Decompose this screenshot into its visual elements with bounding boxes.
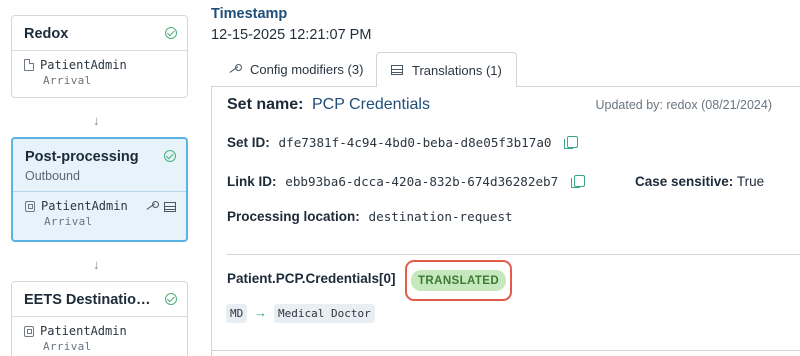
source-value: MD: [226, 304, 248, 323]
arrow-down-icon: ↓: [93, 257, 100, 272]
translation-path: Patient.PCP.Credentials[0]: [227, 271, 396, 286]
step-title: Redox: [24, 26, 69, 42]
arrow-down-icon: ↓: [93, 113, 100, 128]
processing-location-value: destination-request: [368, 209, 513, 224]
link-id-row: Link ID: ebb93ba6-dcca-420a-832b-674d362…: [227, 174, 585, 189]
check-circle-icon: [165, 293, 177, 305]
step-entity: PatientAdmin: [41, 199, 128, 213]
processor-icon: [25, 200, 35, 212]
tab-config-modifiers[interactable]: Config modifiers (3): [214, 52, 377, 86]
processing-location-label: Processing location:: [227, 209, 360, 224]
timestamp-value: 12-15-2025 12:21:07 PM: [211, 27, 372, 43]
step-event: Arrival: [43, 340, 92, 353]
check-circle-icon: [164, 150, 176, 162]
arrow-right-icon: →: [254, 305, 267, 320]
set-id-row: Set ID: dfe7381f-4c94-4bd0-beba-d8e05f3b…: [227, 135, 579, 150]
table-icon: [391, 65, 403, 75]
link-id-value: ebb93ba6-dcca-420a-832b-674d36282eb7: [285, 174, 559, 189]
copy-icon[interactable]: [571, 175, 585, 188]
step-event: Arrival: [44, 215, 93, 228]
check-circle-icon: [165, 27, 177, 39]
timestamp-label: Timestamp: [211, 6, 288, 22]
case-sensitive-label: Case sensitive:: [635, 174, 734, 189]
status-badge: TRANSLATED: [411, 270, 507, 291]
tab-translations[interactable]: Translations (1): [376, 52, 517, 87]
processing-location-row: Processing location: destination-request: [227, 209, 513, 224]
divider: [227, 254, 800, 255]
step-entity: PatientAdmin: [40, 58, 127, 72]
step-event: Arrival: [43, 74, 92, 87]
case-sensitive-value: True: [736, 174, 765, 189]
wrench-icon: [145, 201, 159, 212]
target-value: Medical Doctor: [274, 304, 375, 323]
copy-icon[interactable]: [564, 136, 579, 149]
tab-label: Translations (1): [412, 62, 502, 78]
pipeline-step-eets-destination[interactable]: EETS Destination ... PatientAdmin Arriva…: [11, 281, 188, 356]
step-subtitle: Outbound: [25, 169, 80, 183]
document-icon: [24, 59, 34, 71]
table-icon: [164, 201, 176, 212]
panel-border: [211, 350, 800, 351]
pipeline-step-post-processing[interactable]: Post-processing Outbound PatientAdmin Ar…: [11, 137, 188, 242]
link-id-label: Link ID:: [227, 174, 277, 189]
set-id-label: Set ID:: [227, 135, 270, 150]
panel-border: [211, 86, 212, 356]
step-entity: PatientAdmin: [40, 324, 127, 338]
set-name-label: Set name:: [227, 96, 304, 113]
pipeline-step-redox[interactable]: Redox PatientAdmin Arrival: [11, 15, 188, 98]
processor-icon: [24, 325, 34, 337]
set-name-value: PCP Credentials: [312, 96, 430, 113]
case-sensitive-row: Case sensitive: True: [635, 174, 764, 189]
wrench-icon: [228, 63, 242, 75]
step-title: Post-processing: [25, 149, 139, 165]
step-title: EETS Destination ...: [24, 292, 159, 308]
updated-by: Updated by: redox (08/21/2024): [595, 98, 772, 112]
tab-label: Config modifiers (3): [250, 61, 364, 77]
set-id-value: dfe7381f-4c94-4bd0-beba-d8e05f3b17a0: [278, 135, 552, 150]
